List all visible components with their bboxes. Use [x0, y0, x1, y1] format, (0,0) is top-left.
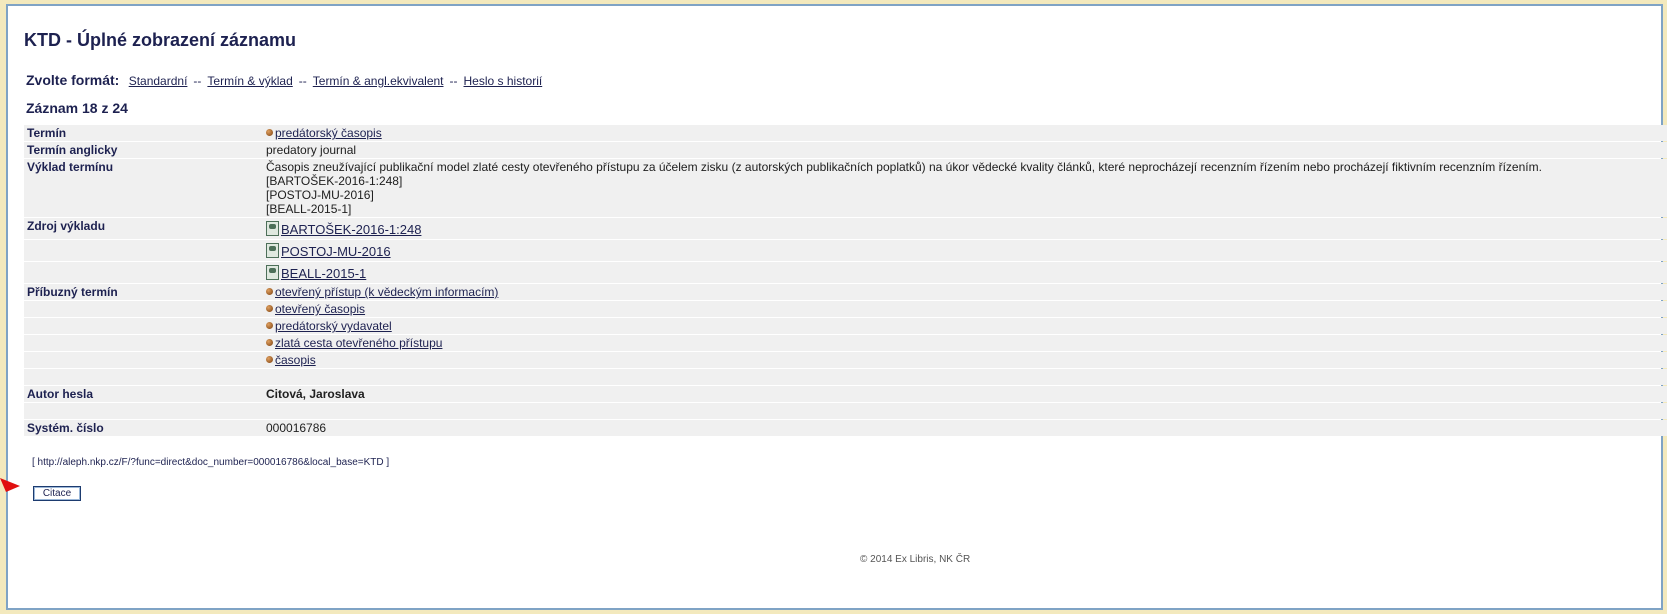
table-row: BEALL-2015-1: [24, 262, 1667, 283]
field-value: POSTOJ-MU-2016: [263, 240, 1667, 261]
format-separator: --: [449, 74, 458, 88]
field-value: časopis: [263, 352, 1667, 368]
related-term-link[interactable]: predátorský vydavatel: [275, 319, 392, 333]
field-value: otevřený časopis: [263, 301, 1667, 317]
bullet-icon: [266, 322, 273, 329]
field-label: Zdroj výkladu: [24, 218, 263, 239]
field-label-empty: [24, 352, 263, 368]
table-row: Termín anglicky predatory journal: [24, 142, 1667, 158]
field-value: predátorský časopis: [263, 125, 1667, 141]
field-value: BEALL-2015-1: [263, 262, 1667, 283]
bullet-icon: [266, 129, 273, 136]
format-selector: Zvolte formát: Standardní -- Termín & výkl…: [26, 72, 542, 88]
document-icon[interactable]: [266, 221, 279, 236]
field-label: Výklad termínu: [24, 159, 263, 217]
definition-ref: [BARTOŠEK-2016-1:248]: [266, 174, 403, 188]
table-row: Systém. číslo 000016786: [24, 420, 1667, 436]
format-label: Zvolte formát:: [26, 72, 120, 88]
table-row: Výklad termínu Časopis zneužívající publ…: [24, 159, 1667, 217]
source-link[interactable]: BEALL-2015-1: [281, 266, 366, 281]
source-link[interactable]: POSTOJ-MU-2016: [281, 244, 391, 259]
definition-ref: [BEALL-2015-1]: [266, 202, 352, 216]
main-frame: KTD - Úplné zobrazení záznamu Zvolte for…: [6, 4, 1667, 610]
format-standard-link[interactable]: Standardní: [129, 74, 188, 88]
table-row: otevřený časopis: [24, 301, 1667, 317]
field-label: Systém. číslo: [24, 420, 263, 436]
field-label-empty: [24, 262, 263, 283]
footer-copyright: © 2014 Ex Libris, NK ČR: [860, 554, 971, 565]
field-value: predatory journal: [263, 142, 1667, 158]
page-title: KTD - Úplné zobrazení záznamu: [24, 30, 297, 50]
format-history-link[interactable]: Heslo s historií: [464, 74, 543, 88]
table-row: Příbuzný termín otevřený přístup (k věde…: [24, 284, 1667, 300]
table-row-spacer: [24, 403, 1667, 419]
term-link[interactable]: predátorský časopis: [275, 126, 382, 140]
record-count: Záznam 18 z 24: [26, 100, 128, 116]
bullet-icon: [266, 305, 273, 312]
cite-button[interactable]: Citace: [33, 486, 81, 501]
related-term-link[interactable]: otevřený časopis: [275, 302, 365, 316]
format-separator: --: [298, 74, 307, 88]
definition-value: Časopis zneužívající publikační model zl…: [263, 159, 1667, 217]
definition-text: Časopis zneužívající publikační model zl…: [266, 160, 1542, 174]
bullet-icon: [266, 288, 273, 295]
field-value: Citová, Jaroslava: [263, 386, 1667, 402]
field-value: predátorský vydavatel: [263, 318, 1667, 334]
related-term-link[interactable]: otevřený přístup (k vědeckým informacím): [275, 285, 498, 299]
definition-ref: [POSTOJ-MU-2016]: [266, 188, 374, 202]
field-value: BARTOŠEK-2016-1:248: [263, 218, 1667, 239]
table-row: Termín predátorský časopis: [24, 125, 1667, 141]
format-term-definition-link[interactable]: Termín & výklad: [207, 74, 292, 88]
field-label: Termín anglicky: [24, 142, 263, 158]
table-row-spacer: [24, 369, 1667, 385]
document-icon[interactable]: [266, 243, 279, 258]
field-label: Příbuzný termín: [24, 284, 263, 300]
record-table: Termín predátorský časopis Termín anglic…: [24, 124, 1667, 437]
field-value: otevřený přístup (k vědeckým informacím): [263, 284, 1667, 300]
bullet-icon: [266, 356, 273, 363]
field-value: 000016786: [263, 420, 1667, 436]
related-term-link[interactable]: zlatá cesta otevřeného přístupu: [275, 336, 442, 350]
format-term-english-link[interactable]: Termín & angl.ekvivalent: [313, 74, 444, 88]
field-label-empty: [24, 240, 263, 261]
table-row: zlatá cesta otevřeného přístupu: [24, 335, 1667, 351]
field-label: Termín: [24, 125, 263, 141]
table-row: POSTOJ-MU-2016: [24, 240, 1667, 261]
field-label-empty: [24, 335, 263, 351]
field-label-empty: [24, 318, 263, 334]
related-term-link[interactable]: časopis: [275, 353, 316, 367]
field-label: Autor hesla: [24, 386, 263, 402]
source-link[interactable]: BARTOŠEK-2016-1:248: [281, 222, 421, 237]
red-arrow-icon: [0, 478, 20, 492]
bullet-icon: [266, 339, 273, 346]
table-row: časopis: [24, 352, 1667, 368]
document-icon[interactable]: [266, 265, 279, 280]
table-row: predátorský vydavatel: [24, 318, 1667, 334]
permalink: [ http://aleph.nkp.cz/F/?func=direct&doc…: [32, 457, 390, 468]
field-value: zlatá cesta otevřeného přístupu: [263, 335, 1667, 351]
table-row: Autor hesla Citová, Jaroslava: [24, 386, 1667, 402]
format-separator: --: [193, 74, 202, 88]
table-row: Zdroj výkladu BARTOŠEK-2016-1:248: [24, 218, 1667, 239]
field-label-empty: [24, 301, 263, 317]
